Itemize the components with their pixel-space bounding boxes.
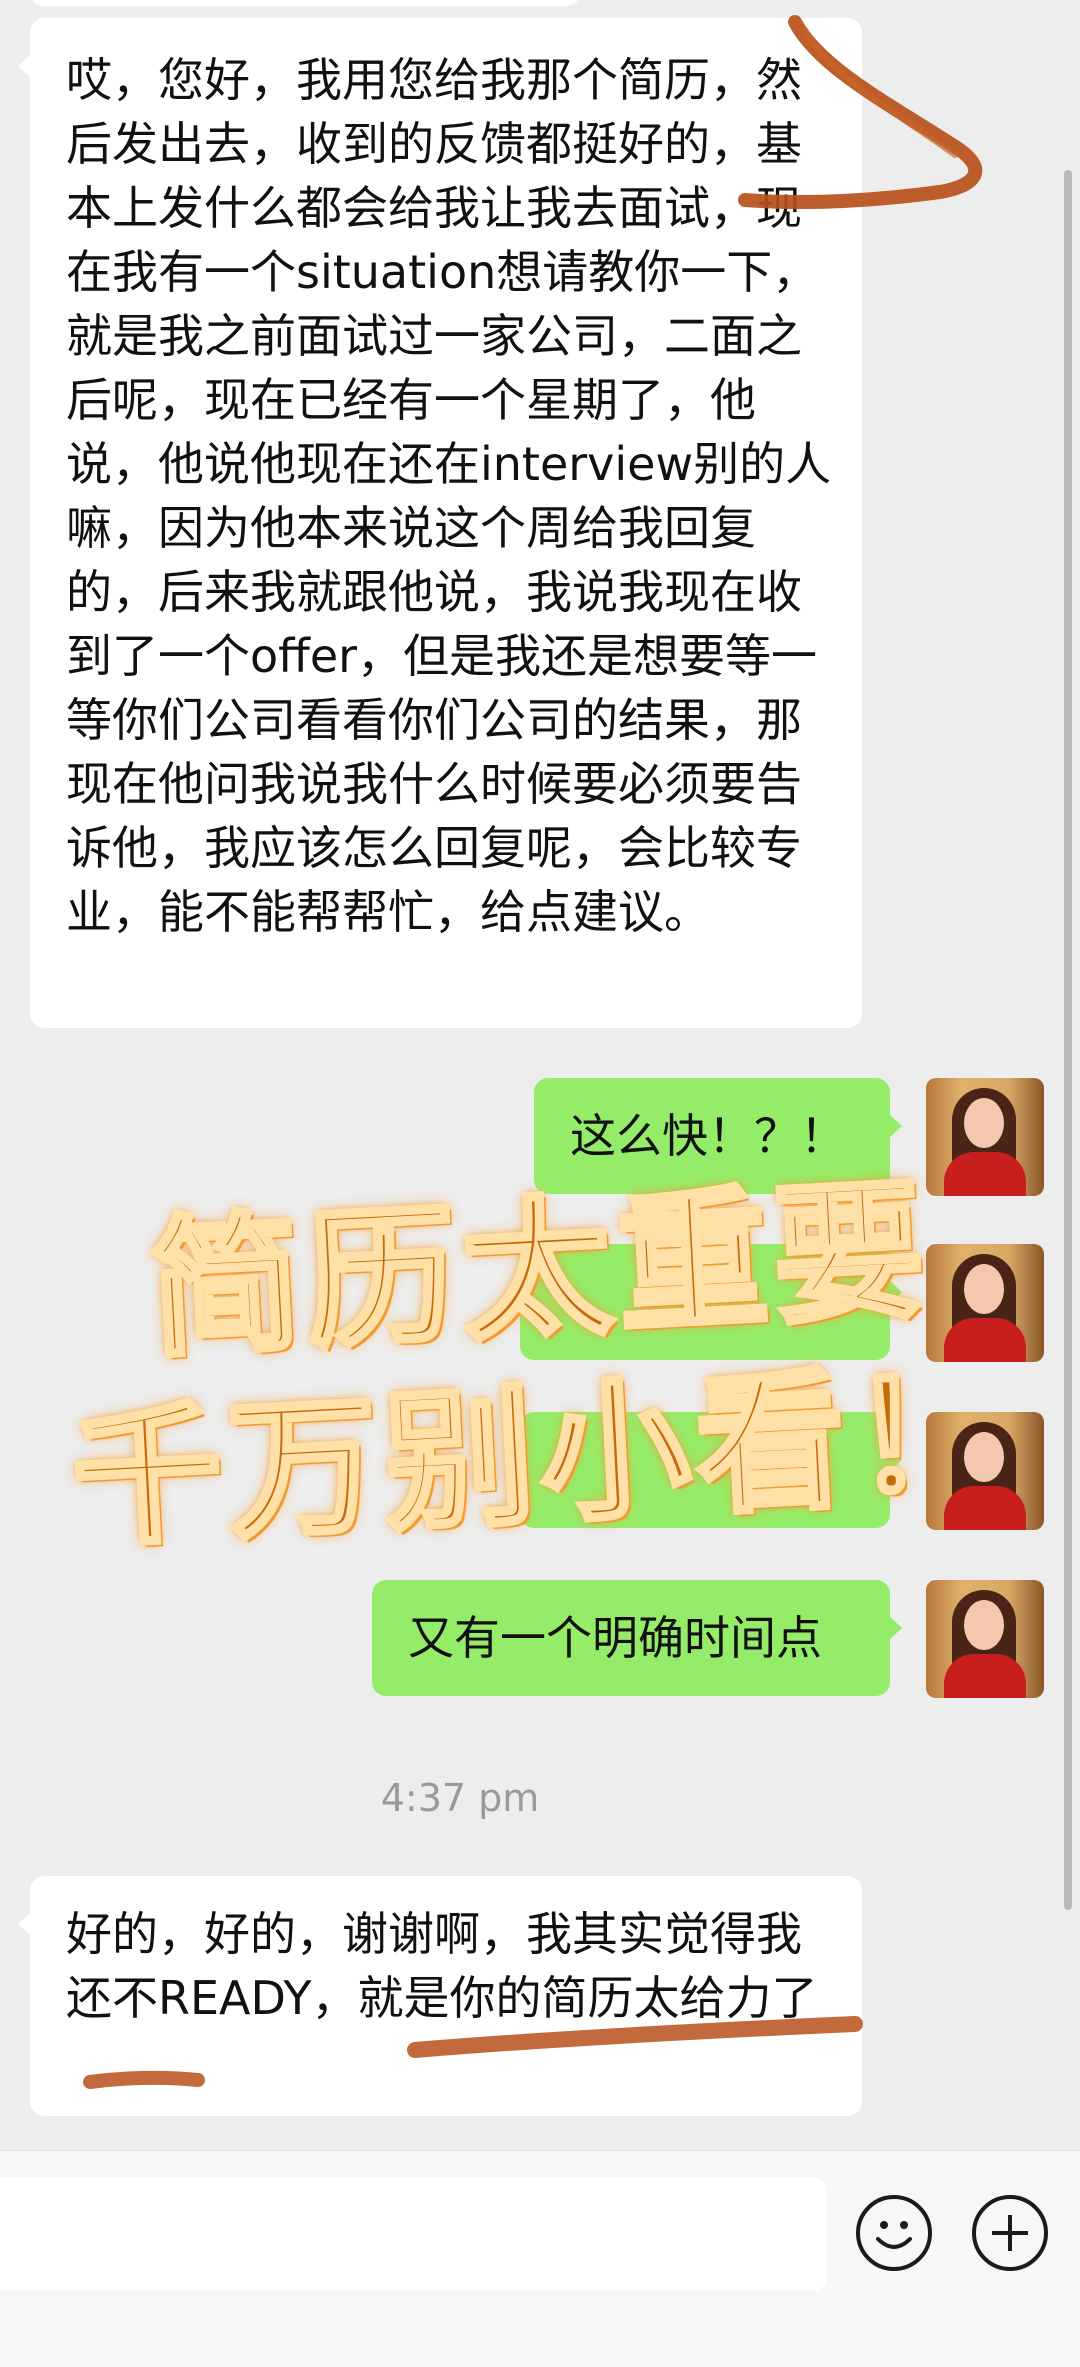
emoji-icon[interactable] (856, 2195, 932, 2271)
chat-scrollbar[interactable] (1064, 170, 1072, 1910)
outgoing-message-4[interactable]: 又有一个明确时间点 (372, 1580, 902, 1696)
outgoing-message-4-text: 又有一个明确时间点 (408, 1611, 822, 1665)
outgoing-message-1-text: 这么快！？！ (570, 1109, 846, 1163)
avatar[interactable] (926, 1580, 1044, 1698)
message-input[interactable] (0, 2177, 826, 2291)
input-bar (0, 2150, 1080, 2367)
message-timestamp: 4:37 pm (380, 1776, 540, 1820)
pen-underline-annotation (83, 2016, 863, 2089)
pen-arrow-annotation (738, 15, 983, 209)
plus-icon[interactable] (972, 2195, 1048, 2271)
